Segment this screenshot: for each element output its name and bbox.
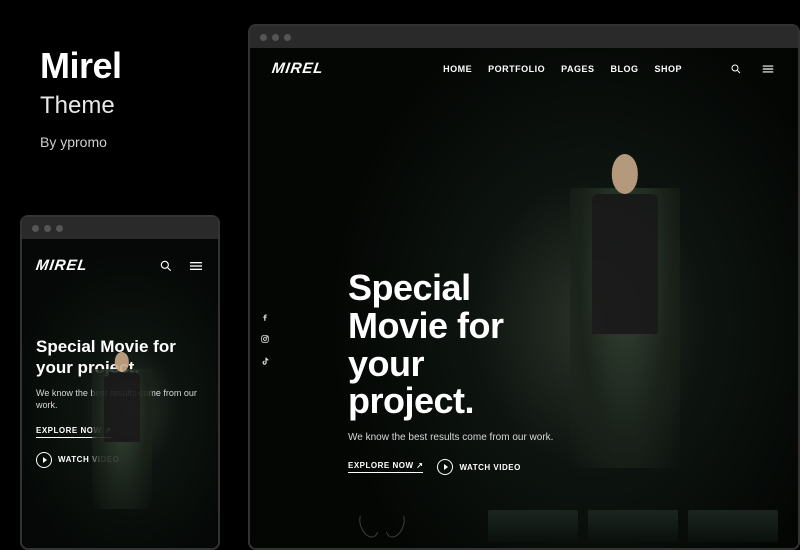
main-nav: HOME PORTFOLIO PAGES BLOG SHOP bbox=[443, 61, 776, 77]
window-dot bbox=[272, 34, 279, 41]
watch-label: WATCH VIDEO bbox=[459, 463, 520, 472]
header-actions bbox=[158, 258, 204, 274]
thumbnail-strip bbox=[350, 510, 778, 542]
brand-logo[interactable]: MIREL bbox=[35, 257, 89, 274]
menu-icon[interactable] bbox=[188, 258, 204, 274]
play-icon bbox=[36, 452, 52, 468]
mobile-preview-window: MIREL Special Movie for your project. We… bbox=[20, 215, 220, 550]
thumbnail[interactable] bbox=[588, 510, 678, 542]
mobile-header: MIREL bbox=[22, 239, 218, 292]
desktop-preview-window: MIREL HOME PORTFOLIO PAGES BLOG SHOP bbox=[248, 24, 800, 550]
search-icon[interactable] bbox=[728, 61, 744, 77]
product-title: Mirel bbox=[40, 48, 122, 84]
nav-home[interactable]: HOME bbox=[443, 64, 472, 74]
hero-tagline: We know the best results come from our w… bbox=[348, 432, 798, 443]
product-info: Mirel Theme By ypromo bbox=[40, 48, 122, 150]
window-dot bbox=[56, 225, 63, 232]
thumbnail[interactable] bbox=[688, 510, 778, 542]
search-icon[interactable] bbox=[158, 258, 174, 274]
nav-portfolio[interactable]: PORTFOLIO bbox=[488, 64, 545, 74]
hero-headline: Special Movie for your project. bbox=[348, 269, 798, 420]
desktop-content: MIREL HOME PORTFOLIO PAGES BLOG SHOP bbox=[250, 48, 798, 548]
nav-blog[interactable]: BLOG bbox=[610, 64, 638, 74]
nav-shop[interactable]: SHOP bbox=[654, 64, 682, 74]
nav-pages[interactable]: PAGES bbox=[561, 64, 594, 74]
window-dot bbox=[260, 34, 267, 41]
window-titlebar bbox=[22, 217, 218, 239]
brand-logo[interactable]: MIREL bbox=[271, 60, 325, 77]
cta-row: EXPLORE NOW ↗ WATCH VIDEO bbox=[348, 459, 798, 475]
desktop-header: MIREL HOME PORTFOLIO PAGES BLOG SHOP bbox=[250, 48, 798, 89]
menu-icon[interactable] bbox=[760, 61, 776, 77]
watch-video-button[interactable]: WATCH VIDEO bbox=[437, 459, 520, 475]
window-dot bbox=[44, 225, 51, 232]
explore-button[interactable]: EXPLORE NOW ↗ bbox=[348, 461, 423, 473]
hero-figure bbox=[92, 369, 152, 509]
desktop-hero: Special Movie for your project. We know … bbox=[250, 89, 798, 475]
window-dot bbox=[284, 34, 291, 41]
mobile-content: MIREL Special Movie for your project. We… bbox=[22, 239, 218, 548]
window-titlebar bbox=[250, 26, 798, 48]
product-subtitle: Theme bbox=[40, 92, 122, 120]
play-icon bbox=[437, 459, 453, 475]
product-author: By ypromo bbox=[40, 134, 122, 150]
window-dot bbox=[32, 225, 39, 232]
thumbnail[interactable] bbox=[488, 510, 578, 542]
